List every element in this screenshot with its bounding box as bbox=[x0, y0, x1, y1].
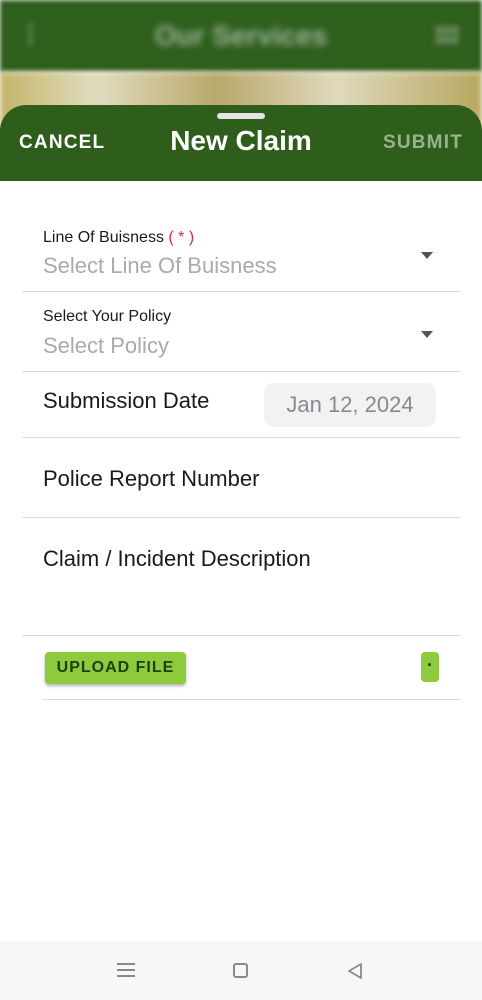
line-of-business-select[interactable]: Line Of Buisness ( * ) Select Line Of Bu… bbox=[22, 219, 461, 292]
police-report-label: Police Report Number bbox=[43, 466, 260, 491]
police-report-field[interactable]: Police Report Number bbox=[22, 438, 461, 518]
line-of-business-label: Line Of Buisness ( * ) bbox=[43, 229, 195, 246]
chevron-down-icon bbox=[421, 331, 433, 338]
chevron-down-icon bbox=[421, 252, 433, 259]
upload-file-button[interactable]: UPLOAD FILE bbox=[45, 652, 186, 684]
submit-button[interactable]: SUBMIT bbox=[383, 132, 463, 154]
policy-label: Select Your Policy bbox=[43, 308, 172, 325]
attachment-status-button[interactable]: · bbox=[421, 652, 439, 682]
date-picker[interactable]: Jan 12, 2024 bbox=[264, 383, 436, 427]
system-nav-bar bbox=[0, 941, 482, 1000]
claim-form: Line Of Buisness ( * ) Select Line Of Bu… bbox=[0, 181, 482, 941]
sheet-header: CANCEL New Claim SUBMIT bbox=[0, 105, 482, 181]
background-title: Our Services bbox=[154, 20, 328, 51]
required-marker: ( * ) bbox=[168, 229, 195, 246]
policy-placeholder: Select Policy bbox=[43, 333, 169, 358]
policy-select[interactable]: Select Your Policy Select Policy bbox=[22, 292, 461, 372]
submission-date-label: Submission Date bbox=[43, 388, 210, 413]
drag-handle[interactable] bbox=[217, 113, 265, 119]
description-field[interactable]: Claim / Incident Description bbox=[22, 518, 461, 636]
menu-icon[interactable] bbox=[117, 963, 135, 981]
submission-date-row: Submission Date Jan 12, 2024 bbox=[22, 372, 461, 438]
grid-icon bbox=[436, 26, 458, 44]
home-icon[interactable] bbox=[233, 963, 248, 978]
line-of-business-placeholder: Select Line Of Buisness bbox=[43, 253, 277, 278]
description-label: Claim / Incident Description bbox=[43, 546, 311, 571]
background-app-header: Our Services bbox=[0, 0, 482, 72]
back-icon[interactable] bbox=[346, 962, 364, 980]
upload-row: UPLOAD FILE · bbox=[42, 632, 461, 700]
